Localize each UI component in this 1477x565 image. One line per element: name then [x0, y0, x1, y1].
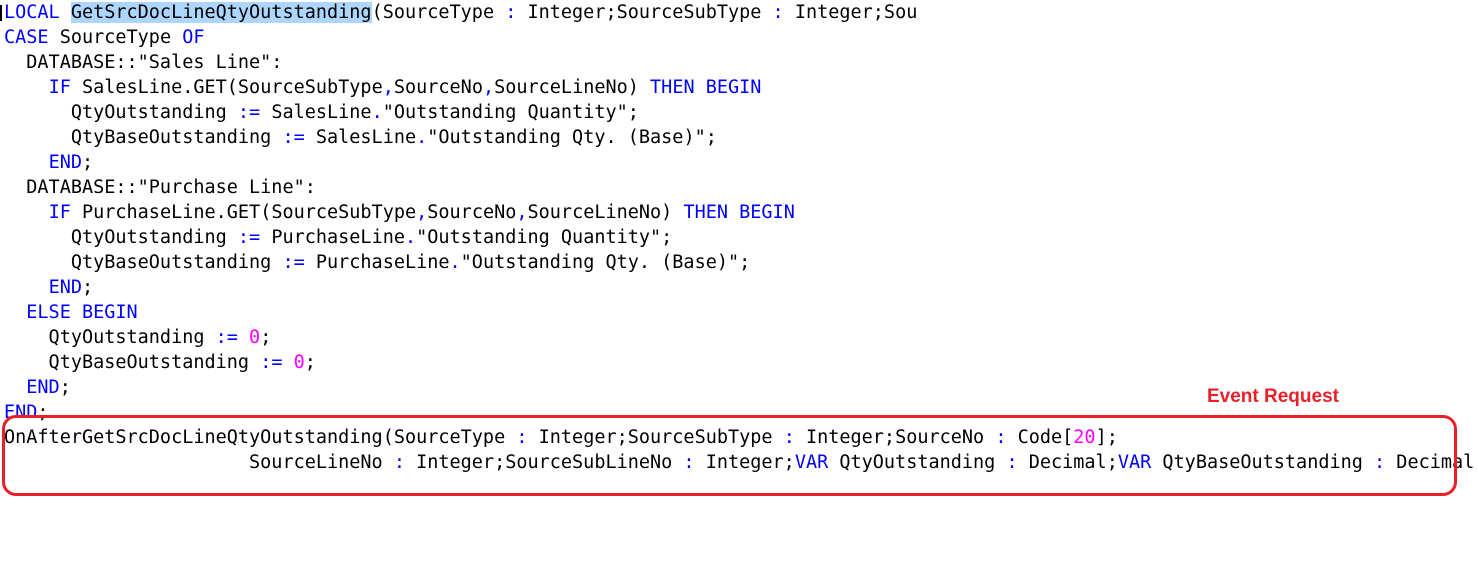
- code-token: ;: [81, 277, 94, 298]
- code-token: SourceLineNo): [494, 77, 651, 98]
- code-line[interactable]: DATABASE::"Purchase Line":: [4, 175, 316, 200]
- code-token: SourceLineNo): [527, 202, 684, 223]
- code-token: :=: [282, 252, 305, 273]
- code-token: END: [48, 277, 82, 298]
- code-token: .: [404, 227, 417, 248]
- code-token: THEN BEGIN: [683, 202, 795, 223]
- code-token: THEN BEGIN: [650, 77, 762, 98]
- code-token: 0: [249, 327, 261, 348]
- code-token: QtyOutstanding: [4, 327, 216, 348]
- code-token: "Outstanding Quantity";: [416, 227, 673, 248]
- code-token: Integer;Sou: [783, 2, 918, 23]
- event-request-highlight-box: [2, 415, 1457, 496]
- code-line[interactable]: QtyBaseOutstanding := 0;: [4, 350, 316, 375]
- code-token: :=: [260, 352, 283, 373]
- code-token: SourceType: [59, 27, 183, 48]
- code-token: .: [449, 252, 461, 273]
- code-token: QtyBaseOutstanding: [4, 252, 283, 273]
- code-token: ,: [516, 202, 528, 223]
- code-token: ELSE BEGIN: [26, 302, 138, 323]
- code-line[interactable]: IF SalesLine.GET(SourceSubType,SourceNo,…: [4, 75, 762, 100]
- code-token: LOCAL: [4, 2, 71, 23]
- code-token: QtyBaseOutstanding: [4, 352, 261, 373]
- code-token: ,: [482, 77, 495, 98]
- code-token: 0: [293, 352, 305, 373]
- code-token: .: [416, 127, 428, 148]
- code-token: IF: [48, 77, 82, 98]
- code-token: DATABASE::"Purchase Line":: [4, 177, 316, 198]
- code-line[interactable]: END;: [4, 275, 94, 300]
- code-token: Integer;SourceSubType: [516, 2, 773, 23]
- code-token: SalesLine.GET(SourceSubType: [81, 77, 383, 98]
- code-token: ;: [260, 327, 272, 348]
- code-token: :=: [215, 327, 238, 348]
- code-line[interactable]: END;: [4, 375, 71, 400]
- text-cursor: [0, 5, 2, 21]
- code-line[interactable]: QtyOutstanding := PurchaseLine."Outstand…: [4, 225, 673, 250]
- code-line[interactable]: ELSE BEGIN: [4, 300, 138, 325]
- code-token: CASE: [4, 27, 60, 48]
- code-token: PurchaseLine.GET(SourceSubType: [81, 202, 417, 223]
- code-token: QtyOutstanding: [4, 102, 238, 123]
- code-line[interactable]: IF PurchaseLine.GET(SourceSubType,Source…: [4, 200, 795, 225]
- code-token: :: [772, 2, 784, 23]
- code-token: ,: [416, 202, 428, 223]
- code-token: SourceNo: [393, 77, 483, 98]
- code-token: "Outstanding Qty. (Base)";: [427, 127, 717, 148]
- event-request-label: Event Request: [1207, 386, 1339, 407]
- code-token: END: [26, 377, 60, 398]
- code-token: ,: [382, 77, 394, 98]
- code-token: :=: [237, 102, 261, 123]
- code-token: :=: [282, 127, 305, 148]
- code-line[interactable]: LOCAL GetSrcDocLineQtyOutstanding(Source…: [4, 0, 917, 25]
- code-token: GetSrcDocLineQtyOutstanding: [70, 2, 372, 23]
- code-token: ;: [81, 152, 94, 173]
- code-line[interactable]: DATABASE::"Sales Line":: [4, 50, 282, 75]
- code-line[interactable]: CASE SourceType OF: [4, 25, 205, 50]
- code-token: :=: [237, 227, 261, 248]
- code-line[interactable]: QtyOutstanding := 0;: [4, 325, 272, 350]
- code-token: IF: [48, 202, 82, 223]
- code-line[interactable]: QtyOutstanding := SalesLine."Outstanding…: [4, 100, 639, 125]
- code-token: SalesLine: [304, 127, 417, 148]
- code-token: "Outstanding Quantity";: [382, 102, 639, 123]
- code-token: PurchaseLine: [260, 227, 405, 248]
- code-token: SourceNo: [427, 202, 517, 223]
- code-line[interactable]: END;: [4, 150, 94, 175]
- code-token: END: [48, 152, 82, 173]
- code-token: QtyOutstanding: [4, 227, 238, 248]
- code-token: SalesLine: [260, 102, 372, 123]
- code-line[interactable]: QtyBaseOutstanding := PurchaseLine."Outs…: [4, 250, 750, 275]
- code-token: :: [505, 2, 517, 23]
- code-token: "Outstanding Qty. (Base)";: [460, 252, 751, 273]
- code-token: ;: [59, 377, 71, 398]
- code-token: ;: [304, 352, 316, 373]
- code-token: DATABASE::"Sales Line":: [4, 52, 283, 73]
- code-token: QtyBaseOutstanding: [4, 127, 283, 148]
- code-line[interactable]: QtyBaseOutstanding := SalesLine."Outstan…: [4, 125, 717, 150]
- code-editor[interactable]: LOCAL GetSrcDocLineQtyOutstanding(Source…: [0, 0, 1477, 565]
- code-token: OF: [182, 27, 205, 48]
- code-token: PurchaseLine: [304, 252, 450, 273]
- code-token: .: [371, 102, 383, 123]
- code-token: (SourceType: [371, 2, 506, 23]
